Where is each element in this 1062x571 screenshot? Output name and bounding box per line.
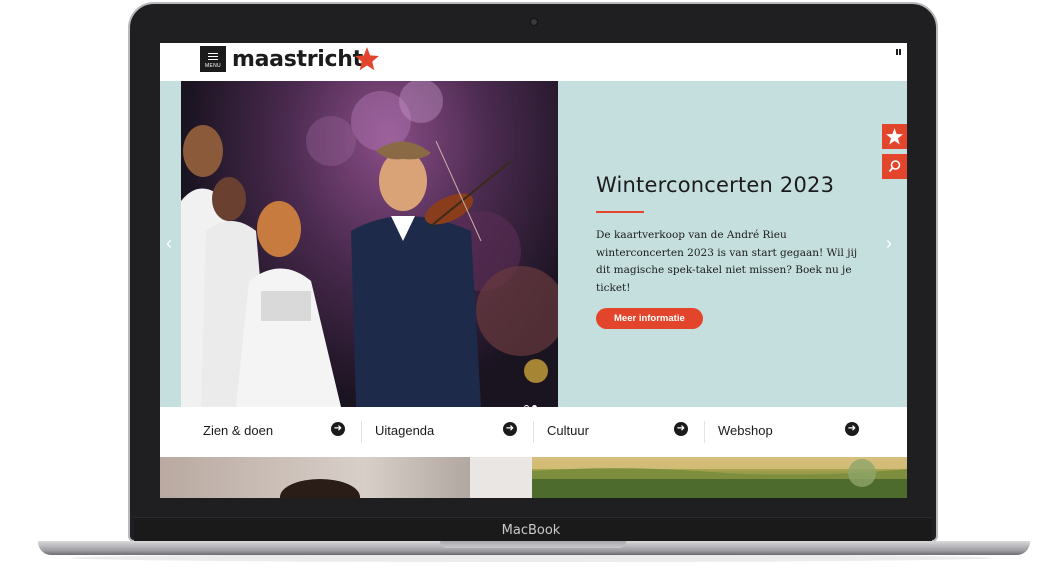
quicknav-label: Cultuur <box>547 423 589 438</box>
hero-title: Winterconcerten 2023 <box>596 173 835 197</box>
hamburger-icon <box>208 53 218 60</box>
chevron-right-icon[interactable]: › <box>886 233 892 254</box>
pause-icon[interactable] <box>893 46 904 57</box>
hero-body: De kaartverkoop van de André Rieu winter… <box>596 229 858 294</box>
arrow-right-icon: ➜ <box>331 422 345 436</box>
quicknav-label: Uitagenda <box>375 423 435 438</box>
quicknav-label: Webshop <box>718 423 773 438</box>
search-button[interactable] <box>882 154 907 179</box>
quicknav-item-webshop[interactable]: Webshop ➜ <box>718 407 859 457</box>
laptop-notch <box>440 541 626 548</box>
preview-landscape-illustration <box>532 457 907 498</box>
quick-navigation: Zien & doen ➜ Uitagenda ➜ Cultuur ➜ Webs… <box>160 407 907 457</box>
hero-slider: ‹ › Winterconcerten 2023 De kaartverkoop… <box>160 81 907 410</box>
arrow-right-icon: ➜ <box>845 422 859 436</box>
hero-divider <box>596 211 644 213</box>
favorites-button[interactable] <box>882 124 907 149</box>
menu-label: MENU <box>205 63 221 69</box>
preview-divider <box>500 457 532 498</box>
quicknav-item-uitagenda[interactable]: Uitagenda ➜ <box>375 407 517 457</box>
menu-button[interactable]: MENU <box>200 46 226 72</box>
webcam-icon <box>531 19 537 25</box>
quicknav-item-zien-doen[interactable]: Zien & doen ➜ <box>203 407 345 457</box>
quicknav-divider <box>361 421 362 443</box>
star-icon <box>886 128 903 145</box>
hero-content: Winterconcerten 2023 De kaartverkoop van… <box>596 173 876 329</box>
arrow-right-icon: ➜ <box>674 422 688 436</box>
more-info-button[interactable]: Meer informatie <box>596 308 703 329</box>
device-brand-label: MacBook <box>501 523 561 538</box>
preview-portrait-illustration <box>280 457 500 498</box>
preview-image-left[interactable] <box>160 457 500 498</box>
quicknav-divider <box>704 421 705 443</box>
quicknav-label: Zien & doen <box>203 423 274 438</box>
preview-image-right[interactable] <box>532 457 907 498</box>
site-header: MENU maastricht <box>160 43 907 81</box>
website-screen: MENU maastricht ‹ › Winterconcerten 2023… <box>160 43 907 498</box>
concert-illustration <box>181 81 558 407</box>
arrow-right-icon: ➜ <box>503 422 517 436</box>
chevron-left-icon[interactable]: ‹ <box>166 233 172 254</box>
hero-concert-photo <box>181 81 558 407</box>
logo-star-icon <box>355 47 379 71</box>
site-logo[interactable]: maastricht <box>232 47 363 72</box>
quicknav-divider <box>533 421 534 443</box>
quicknav-item-cultuur[interactable]: Cultuur ➜ <box>547 407 688 457</box>
search-icon <box>888 160 901 173</box>
laptop-shadow <box>70 554 992 562</box>
